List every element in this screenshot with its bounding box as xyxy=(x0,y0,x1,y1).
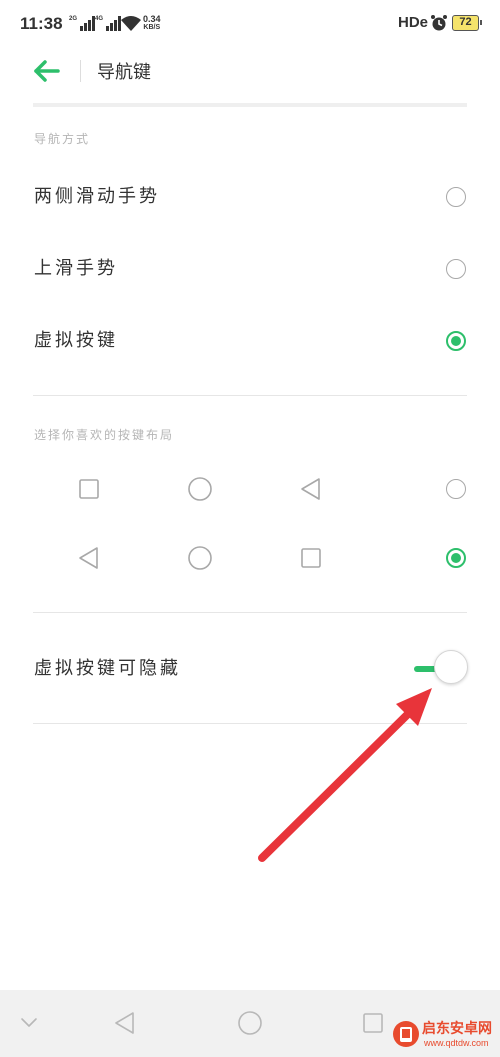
hide-keys-label: 虚拟按键可隐藏 xyxy=(34,658,181,679)
title-divider xyxy=(80,60,81,82)
recent-apps-icon xyxy=(74,474,104,504)
watermark: 启东安卓网 www.qdtdw.com xyxy=(392,1018,500,1057)
header-divider xyxy=(33,103,467,107)
alarm-icon xyxy=(430,14,448,36)
key-layout-radio-2[interactable] xyxy=(446,548,466,568)
home-icon xyxy=(185,474,215,504)
battery-indicator: 72 xyxy=(452,15,482,31)
nav-mode-section-label: 导航方式 xyxy=(34,132,91,146)
status-bar: 11:38 2G 4G 0.34 KB/S HDe 72 xyxy=(0,0,500,48)
signal-2g-label: 2G xyxy=(69,16,77,22)
network-speed-unit: KB/S xyxy=(143,24,161,31)
nav-mode-option-virtual-keys[interactable]: 虚拟按键 xyxy=(0,312,500,368)
recent-apps-icon[interactable] xyxy=(358,1008,388,1038)
section-divider xyxy=(33,612,467,613)
nav-mode-option-label: 上滑手势 xyxy=(34,258,118,279)
section-divider xyxy=(33,395,467,396)
home-icon xyxy=(185,543,215,573)
nav-mode-radio-side-swipe[interactable] xyxy=(446,187,466,207)
key-layout-option-2[interactable] xyxy=(0,530,500,586)
signal-4g-label: 4G xyxy=(95,16,103,22)
hide-keys-toggle[interactable] xyxy=(412,650,468,686)
wifi-icon xyxy=(120,15,142,36)
recent-apps-icon xyxy=(296,543,326,573)
page-title: 导航键 xyxy=(97,62,151,83)
nav-mode-radio-swipe-up[interactable] xyxy=(446,259,466,279)
network-speed: 0.34 KB/S xyxy=(143,14,161,32)
status-time: 11:38 xyxy=(20,14,63,33)
title-bar: 导航键 xyxy=(0,48,500,98)
toggle-knob xyxy=(434,650,468,684)
back-icon xyxy=(296,474,326,504)
back-arrow-icon xyxy=(34,60,60,82)
watermark-url: www.qdtdw.com xyxy=(424,1038,489,1048)
watermark-text: 启东安卓网 xyxy=(422,1021,492,1037)
section-divider xyxy=(33,723,467,724)
nav-mode-radio-virtual-keys[interactable] xyxy=(446,331,466,351)
key-layout-section-label: 选择你喜欢的按键布局 xyxy=(34,428,175,442)
home-icon[interactable] xyxy=(235,1008,265,1038)
hide-keys-row[interactable]: 虚拟按键可隐藏 xyxy=(0,640,500,700)
annotation-arrow-icon xyxy=(258,688,432,862)
back-icon xyxy=(74,543,104,573)
back-button[interactable] xyxy=(32,56,64,86)
key-layout-radio-1[interactable] xyxy=(446,479,466,499)
hd-indicator: HDe xyxy=(398,14,429,31)
back-icon[interactable] xyxy=(110,1008,140,1038)
network-speed-value: 0.34 xyxy=(143,14,161,24)
nav-mode-option-swipe-up[interactable]: 上滑手势 xyxy=(0,240,500,296)
nav-mode-option-side-swipe[interactable]: 两侧滑动手势 xyxy=(0,168,500,224)
nav-mode-option-label: 虚拟按键 xyxy=(34,330,118,351)
nav-mode-option-label: 两侧滑动手势 xyxy=(34,186,160,207)
watermark-logo-icon xyxy=(392,1020,420,1048)
key-layout-option-1[interactable] xyxy=(0,461,500,517)
chevron-down-icon[interactable] xyxy=(14,1008,44,1038)
